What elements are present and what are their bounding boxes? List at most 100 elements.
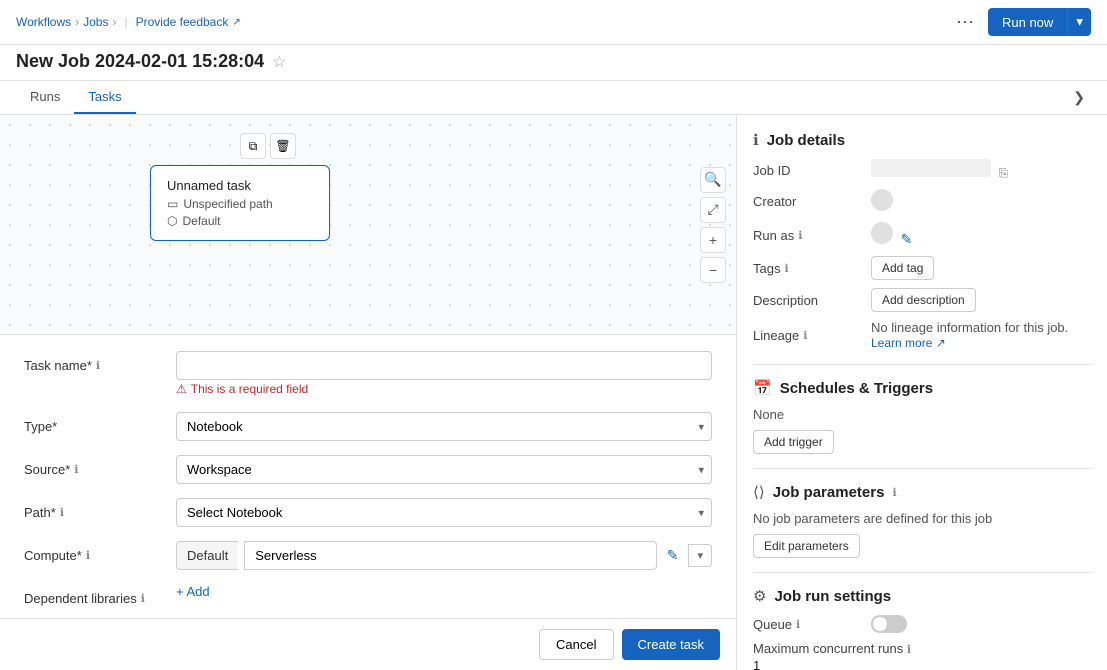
cancel-button[interactable]: Cancel — [539, 629, 613, 660]
edit-parameters-button[interactable]: Edit parameters — [753, 534, 860, 558]
task-card-delete-button[interactable]: 🗑 — [270, 133, 296, 159]
main-layout: ⧉ 🗑 Unnamed task ▭ Unspecified path ⬡ De… — [0, 115, 1107, 670]
compute-edit-button[interactable]: ✎ — [663, 543, 683, 568]
compute-wrap: Default Serverless ✎ ▾ — [176, 541, 712, 570]
compute-select[interactable]: Serverless — [244, 541, 657, 570]
form-area: Task name* ℹ ⚠ This is a required field … — [0, 335, 736, 618]
type-select[interactable]: Notebook — [176, 412, 712, 441]
type-control: Notebook ▾ — [176, 412, 712, 441]
schedule-icon: 📅 — [753, 379, 772, 397]
queue-toggle-switch[interactable] — [871, 615, 907, 633]
task-name-label: Task name* ℹ — [24, 351, 164, 373]
add-description-button[interactable]: Add description — [871, 288, 976, 312]
divider-3 — [753, 572, 1091, 573]
tags-info-icon: ℹ — [784, 262, 788, 275]
job-run-settings-title: Job run settings — [774, 588, 891, 605]
path-row: Path* ℹ Select Notebook ▾ — [24, 498, 712, 527]
breadcrumb-workflows[interactable]: Workflows — [16, 15, 71, 29]
schedules-none: None — [753, 407, 1091, 422]
breadcrumb: Workflows › Jobs › | Provide feedback ↗ — [16, 15, 241, 29]
canvas-area: ⧉ 🗑 Unnamed task ▭ Unspecified path ⬡ De… — [0, 115, 736, 335]
job-id-placeholder — [871, 159, 991, 177]
job-details-icon: ℹ — [753, 131, 759, 149]
source-control: Workspace ▾ — [176, 455, 712, 484]
path-select[interactable]: Select Notebook — [176, 498, 712, 527]
task-name-control: ⚠ This is a required field — [176, 351, 712, 398]
compute-row: Compute* ℹ Default Serverless ✎ ▾ — [24, 541, 712, 570]
create-task-button[interactable]: Create task — [622, 629, 720, 660]
star-icon[interactable]: ☆ — [272, 52, 286, 72]
task-card-path: Unspecified path — [183, 197, 272, 211]
job-details-title: Job details — [767, 132, 845, 149]
task-card-actions: ⧉ 🗑 — [240, 133, 296, 159]
canvas-zoom-in-button[interactable]: + — [700, 227, 726, 253]
task-name-error: ⚠ This is a required field — [176, 382, 712, 396]
creator-avatar — [871, 189, 893, 211]
run-as-row: Run as ℹ ✎ — [753, 222, 1091, 248]
add-trigger-button[interactable]: Add trigger — [753, 430, 834, 454]
run-now-group: Run now ▾ — [988, 8, 1091, 36]
title-row: New Job 2024-02-01 15:28:04 ☆ — [0, 45, 1107, 81]
run-as-info-icon: ℹ — [798, 229, 802, 242]
task-card-copy-button[interactable]: ⧉ — [240, 133, 266, 159]
tags-row: Tags ℹ Add tag — [753, 256, 1091, 280]
compute-caret-button[interactable]: ▾ — [688, 544, 712, 567]
breadcrumb-jobs[interactable]: Jobs — [83, 15, 108, 29]
schedules-title: Schedules & Triggers — [780, 380, 933, 397]
run-now-button[interactable]: Run now — [988, 8, 1067, 36]
compute-info-icon: ℹ — [86, 549, 90, 562]
creator-value — [871, 189, 1091, 214]
path-icon: ▭ — [167, 197, 178, 211]
top-bar: Workflows › Jobs › | Provide feedback ↗ … — [0, 0, 1107, 45]
type-row: Type* Notebook ▾ — [24, 412, 712, 441]
dep-libraries-control: + Add — [176, 584, 712, 599]
queue-row: Queue ℹ — [753, 615, 1091, 633]
dep-libraries-info-icon: ℹ — [141, 592, 145, 605]
tabs-row: Runs Tasks ❯ — [0, 81, 1107, 115]
divider-2 — [753, 468, 1091, 469]
lineage-text: No lineage information for this job. — [871, 320, 1091, 335]
tags-label: Tags ℹ — [753, 261, 863, 276]
tags-value: Add tag — [871, 256, 1091, 280]
add-tag-button[interactable]: Add tag — [871, 256, 934, 280]
breadcrumb-feedback[interactable]: Provide feedback — [136, 15, 229, 29]
tab-collapse-button[interactable]: ❯ — [1067, 85, 1091, 110]
breadcrumb-divider: | — [124, 15, 127, 29]
compute-control: Default Serverless ✎ ▾ — [176, 541, 712, 570]
source-select[interactable]: Workspace — [176, 455, 712, 484]
queue-toggle — [871, 615, 1091, 633]
code-icon: ⟨⟩ — [753, 483, 765, 501]
canvas-zoom-out-button[interactable]: − — [700, 257, 726, 283]
run-as-edit-icon[interactable]: ✎ — [901, 231, 913, 247]
cluster-icon: ⬡ — [167, 214, 177, 228]
task-card-path-row: ▭ Unspecified path — [167, 197, 313, 211]
copy-job-id-icon[interactable]: ⎘ — [999, 166, 1009, 180]
right-panel: ℹ Job details Job ID ⎘ Creator Run as ℹ … — [737, 115, 1107, 670]
lineage-learn-more-link[interactable]: Learn more ↗ — [871, 336, 946, 350]
task-card[interactable]: Unnamed task ▭ Unspecified path ⬡ Defaul… — [150, 165, 330, 241]
path-control: Select Notebook ▾ — [176, 498, 712, 527]
job-details-header: ℹ Job details — [753, 131, 1091, 149]
canvas-search-button[interactable]: 🔍 — [700, 167, 726, 193]
external-link-icon: ↗ — [232, 17, 240, 28]
source-label: Source* ℹ — [24, 455, 164, 477]
run-now-caret-button[interactable]: ▾ — [1067, 8, 1091, 36]
canvas-fullscreen-button[interactable]: ⤢ — [700, 197, 726, 223]
kebab-menu-button[interactable]: ⋯ — [950, 10, 980, 35]
lineage-info-icon: ℹ — [803, 329, 807, 342]
tab-runs[interactable]: Runs — [16, 81, 74, 114]
tab-tasks[interactable]: Tasks — [74, 81, 135, 114]
path-info-icon: ℹ — [60, 506, 64, 519]
task-name-input[interactable] — [176, 351, 712, 380]
source-info-icon: ℹ — [74, 463, 78, 476]
queue-toggle-knob — [873, 617, 887, 631]
dep-libraries-add-button[interactable]: + Add — [176, 584, 210, 599]
error-icon: ⚠ — [176, 382, 187, 396]
canvas-controls: 🔍 ⤢ + − — [700, 167, 726, 283]
left-panel: ⧉ 🗑 Unnamed task ▭ Unspecified path ⬡ De… — [0, 115, 737, 670]
lineage-label: Lineage ℹ — [753, 328, 863, 343]
job-params-no-params: No job parameters are defined for this j… — [753, 511, 1091, 526]
max-concurrent-info-icon: ℹ — [907, 644, 911, 656]
creator-label: Creator — [753, 194, 863, 209]
run-as-value: ✎ — [871, 222, 1091, 248]
